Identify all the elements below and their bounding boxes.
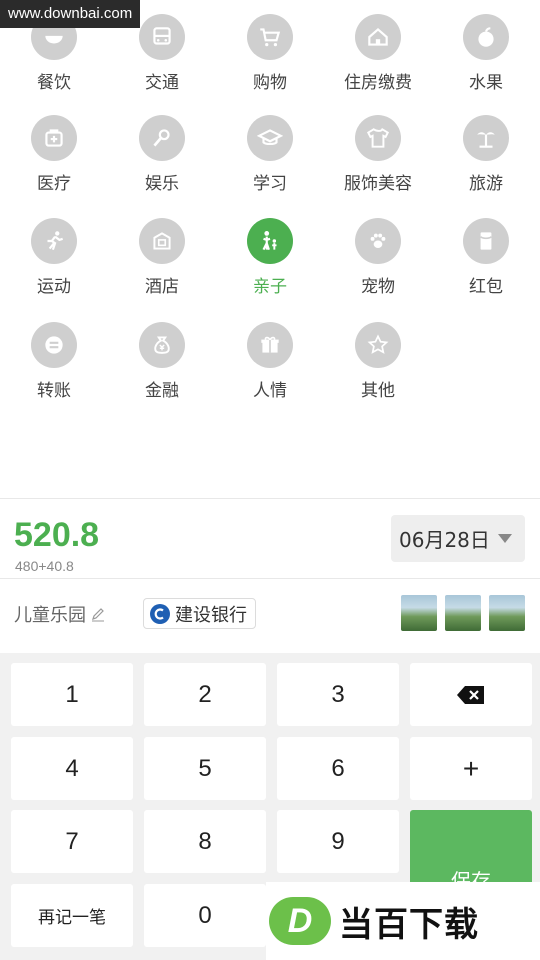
category-shopping[interactable]: 购物	[216, 14, 324, 114]
watermark-url: www.downbai.com	[0, 0, 141, 28]
category-label: 医疗	[37, 174, 71, 194]
key-6[interactable]: 6	[277, 737, 399, 800]
category-label: 交通	[145, 73, 179, 93]
category-transport[interactable]: 交通	[108, 14, 216, 114]
category-label: 水果	[469, 73, 503, 93]
paw-icon	[355, 218, 401, 264]
shirt-icon	[355, 115, 401, 161]
category-medical[interactable]: 医疗	[0, 115, 108, 215]
photo-attachments	[401, 595, 525, 631]
category-label: 金融	[145, 381, 179, 401]
category-parent-child[interactable]: 亲子	[216, 218, 324, 318]
key-0[interactable]: 0	[144, 884, 266, 947]
category-label: 购物	[253, 73, 287, 93]
category-label: 红包	[469, 277, 503, 297]
medkit-icon	[31, 115, 77, 161]
star-icon	[355, 322, 401, 368]
date-picker-button[interactable]: 06月28日	[391, 515, 525, 562]
parent-child-icon	[247, 218, 293, 264]
category-label: 娱乐	[145, 174, 179, 194]
key-4[interactable]: 4	[11, 737, 133, 800]
photo-thumbnail[interactable]	[401, 595, 437, 631]
category-entertainment[interactable]: 娱乐	[108, 115, 216, 215]
pencil-icon	[92, 608, 104, 622]
category-red-envelope[interactable]: 红包	[432, 218, 540, 318]
watermark-logo-mark: D	[269, 897, 331, 945]
key-5[interactable]: 5	[144, 737, 266, 800]
category-label: 亲子	[253, 277, 287, 297]
watermark-logo-text: 当百下载	[339, 904, 479, 945]
category-finance[interactable]: 金融	[108, 322, 216, 422]
gift-icon	[247, 322, 293, 368]
account-selector[interactable]: 建设银行	[143, 598, 256, 629]
palm-tree-icon	[463, 115, 509, 161]
money-bag-icon	[139, 322, 185, 368]
category-grid: 餐饮 交通 购物 住房缴费 水果 医疗 娱乐 学习 服饰美容 旅游 运动 酒店 …	[0, 0, 540, 500]
key-3[interactable]: 3	[277, 663, 399, 726]
category-catering[interactable]: 餐饮	[0, 14, 108, 114]
graduation-cap-icon	[247, 115, 293, 161]
category-label: 宠物	[361, 277, 395, 297]
amount-formula: 480+40.8	[15, 558, 74, 574]
bank-logo-icon	[150, 603, 170, 624]
category-hotel[interactable]: 酒店	[108, 218, 216, 318]
category-label: 转账	[37, 381, 71, 401]
key-2[interactable]: 2	[144, 663, 266, 726]
divider	[0, 578, 540, 579]
backspace-button[interactable]	[410, 663, 532, 726]
key-7[interactable]: 7	[11, 810, 133, 873]
amount-display: 520.8	[14, 516, 100, 554]
watermark-logo: D 当百下载	[266, 882, 540, 960]
note-field[interactable]: 儿童乐园	[14, 601, 106, 627]
category-label: 餐饮	[37, 73, 71, 93]
key-1[interactable]: 1	[11, 663, 133, 726]
runner-icon	[31, 218, 77, 264]
fruit-icon	[463, 14, 509, 60]
category-other[interactable]: 其他	[324, 322, 432, 422]
category-travel[interactable]: 旅游	[432, 115, 540, 215]
cart-icon	[247, 14, 293, 60]
bus-icon	[139, 14, 185, 60]
category-clothing-beauty[interactable]: 服饰美容	[324, 115, 432, 215]
plus-button[interactable]: +	[410, 737, 532, 800]
category-pets[interactable]: 宠物	[324, 218, 432, 318]
transfer-icon	[31, 322, 77, 368]
date-label: 06月28日	[399, 528, 490, 552]
key-8[interactable]: 8	[144, 810, 266, 873]
divider	[0, 498, 540, 499]
category-label: 服饰美容	[344, 174, 412, 194]
category-label: 酒店	[145, 277, 179, 297]
category-label: 旅游	[469, 174, 503, 194]
bank-name: 建设银行	[175, 604, 247, 626]
caret-down-icon	[497, 534, 512, 543]
category-label: 住房缴费	[344, 73, 412, 93]
category-sports[interactable]: 运动	[0, 218, 108, 318]
category-label: 学习	[253, 174, 287, 194]
category-housing[interactable]: 住房缴费	[324, 14, 432, 114]
category-label: 其他	[361, 381, 395, 401]
category-label: 运动	[37, 277, 71, 297]
photo-thumbnail[interactable]	[489, 595, 525, 631]
house-icon	[355, 14, 401, 60]
key-9[interactable]: 9	[277, 810, 399, 873]
note-text: 儿童乐园	[14, 605, 86, 626]
hotel-icon	[139, 218, 185, 264]
microphone-icon	[139, 115, 185, 161]
photo-thumbnail[interactable]	[445, 595, 481, 631]
red-envelope-icon	[463, 218, 509, 264]
category-fruit[interactable]: 水果	[432, 14, 540, 114]
backspace-icon	[457, 685, 484, 704]
category-gift[interactable]: 人情	[216, 322, 324, 422]
category-label: 人情	[253, 381, 287, 401]
record-again-button[interactable]: 再记一笔	[11, 884, 133, 947]
category-study[interactable]: 学习	[216, 115, 324, 215]
category-transfer[interactable]: 转账	[0, 322, 108, 422]
